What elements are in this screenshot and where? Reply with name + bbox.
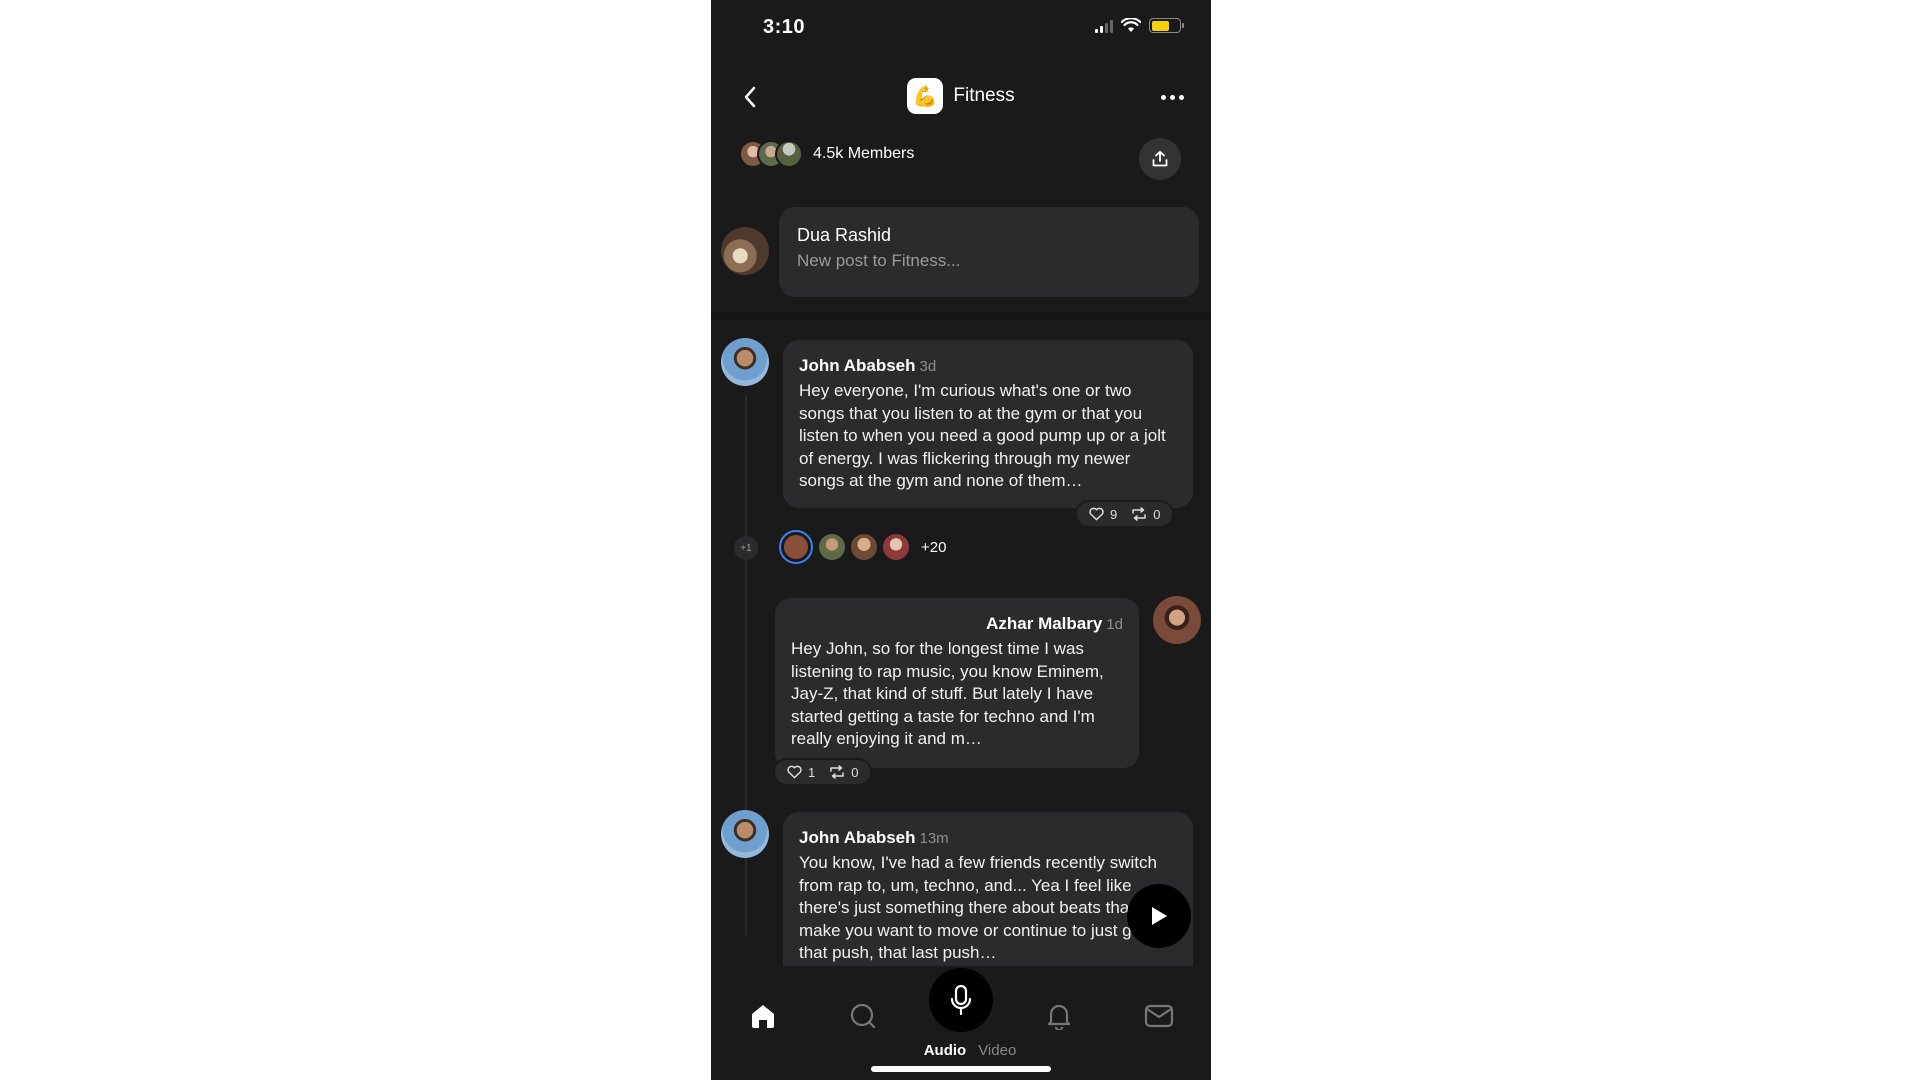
post-bubble[interactable]: John Ababseh 3d Hey everyone, I'm curious…	[783, 340, 1193, 508]
play-audio-button[interactable]	[1127, 884, 1191, 948]
share-button[interactable]	[1139, 138, 1181, 180]
post-composer: Dua Rashid New post to Fitness...	[721, 207, 1201, 297]
record-audio-button[interactable]	[929, 968, 993, 1032]
avatar	[721, 227, 769, 275]
avatar[interactable]	[1153, 596, 1201, 644]
replier-avatar	[779, 530, 813, 564]
bell-icon	[1047, 1004, 1071, 1030]
members-count: 4.5k Members	[813, 145, 915, 162]
avatar[interactable]	[721, 338, 769, 386]
flexed-bicep-icon: 💪	[907, 78, 944, 114]
heart-icon	[1089, 507, 1104, 521]
post-time: 1d	[1106, 616, 1123, 633]
members-row[interactable]: 4.5k Members	[739, 140, 914, 168]
share-icon	[1152, 150, 1168, 167]
avatar[interactable]	[721, 810, 769, 858]
status-time: 3:10	[763, 16, 806, 38]
mode-video[interactable]: Video	[978, 1042, 1016, 1059]
more-icon	[1160, 94, 1166, 100]
thread-collapse-count[interactable]: +1	[734, 536, 758, 560]
community-header: 💪 Fitness	[711, 72, 1211, 122]
post-text: You know, I've had a few friends recentl…	[799, 853, 1166, 963]
play-icon	[1152, 907, 1167, 925]
like-count: 1	[808, 764, 816, 780]
post-time: 3d	[919, 358, 937, 375]
repost-button[interactable]: 0	[1131, 507, 1160, 522]
post-reactions: 9 0	[1075, 500, 1175, 528]
composer-user-name: Dua Rashid	[797, 225, 892, 245]
post-text: Hey John, so for the longest time I was …	[791, 639, 1104, 749]
post-bubble[interactable]: Azhar Malbary 1d Hey John, so for the lon…	[775, 598, 1139, 768]
phone-screen: 3:10 💪 Fitness 4.5k Members Dua Rashid N…	[711, 0, 1211, 1080]
battery-icon	[1149, 18, 1184, 33]
replier-avatar	[851, 534, 877, 560]
post-time: 13m	[919, 830, 949, 847]
repliers-more-count: +20	[921, 538, 947, 556]
new-post-input[interactable]: Dua Rashid New post to Fitness...	[779, 207, 1199, 297]
record-mode-switch: Audio Video	[711, 1042, 1211, 1059]
member-avatar	[775, 140, 803, 168]
signal-icon	[1095, 19, 1113, 33]
post-author[interactable]: Azhar Malbary	[986, 614, 1102, 633]
tab-search[interactable]	[843, 996, 883, 1036]
repost-count: 0	[851, 764, 859, 780]
repost-icon	[830, 765, 844, 779]
post-bubble[interactable]: John Ababseh 13m You know, I've had a few…	[783, 812, 1193, 982]
repost-icon	[1132, 507, 1146, 521]
post-reactions: 1 0	[773, 758, 873, 786]
post-header: John Ababseh 3d	[799, 356, 1177, 376]
like-count: 9	[1110, 506, 1118, 522]
bottom-tab-bar: Audio Video	[711, 966, 1211, 1080]
wifi-icon	[1121, 18, 1141, 32]
like-button[interactable]: 9	[1089, 507, 1117, 522]
tab-notifications[interactable]	[1039, 996, 1079, 1036]
like-button[interactable]: 1	[787, 765, 815, 780]
more-button[interactable]	[1155, 80, 1189, 114]
post-author[interactable]: John Ababseh	[799, 356, 916, 375]
repost-button[interactable]: 0	[829, 765, 858, 780]
search-icon	[850, 1003, 876, 1029]
composer-placeholder: New post to Fitness...	[797, 251, 961, 270]
mode-audio[interactable]: Audio	[924, 1042, 967, 1059]
mail-icon	[1144, 1004, 1174, 1028]
tab-messages[interactable]	[1139, 996, 1179, 1036]
replier-avatar	[883, 534, 909, 560]
tab-home[interactable]	[743, 996, 783, 1036]
status-bar: 3:10	[711, 0, 1211, 56]
post-header: John Ababseh 13m	[799, 828, 1177, 848]
replier-avatar	[819, 534, 845, 560]
status-icons	[1095, 18, 1184, 33]
thread-repliers[interactable]: +20	[779, 530, 946, 564]
mic-icon	[950, 984, 972, 1016]
home-indicator	[871, 1066, 1051, 1072]
community-title[interactable]: 💪 Fitness	[711, 78, 1211, 114]
home-icon	[752, 1005, 774, 1028]
post-text: Hey everyone, I'm curious what's one or …	[799, 381, 1166, 491]
heart-icon	[787, 765, 802, 779]
section-divider	[711, 312, 1211, 320]
post-header: Azhar Malbary 1d	[791, 614, 1123, 634]
post-author[interactable]: John Ababseh	[799, 828, 916, 847]
page-title: Fitness	[953, 85, 1015, 106]
repost-count: 0	[1153, 506, 1161, 522]
